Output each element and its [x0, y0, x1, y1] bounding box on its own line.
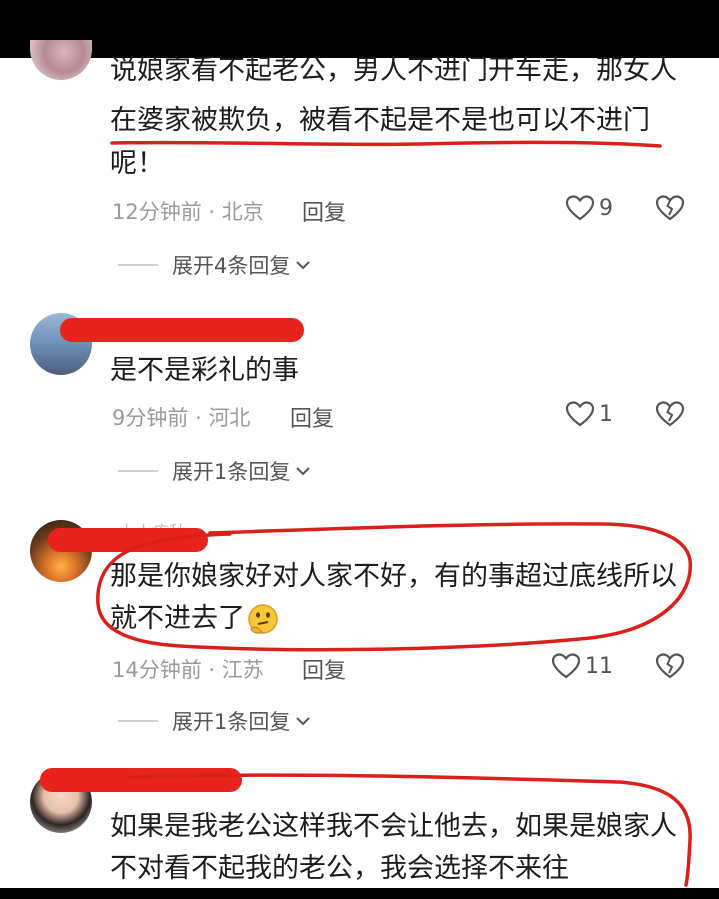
circle-annotation: [96, 522, 692, 652]
underline-annotation: [110, 140, 662, 148]
circle-annotation: [128, 773, 692, 887]
red-annotation-overlay: [96, 140, 692, 887]
bottom-black-bar: [0, 888, 719, 899]
